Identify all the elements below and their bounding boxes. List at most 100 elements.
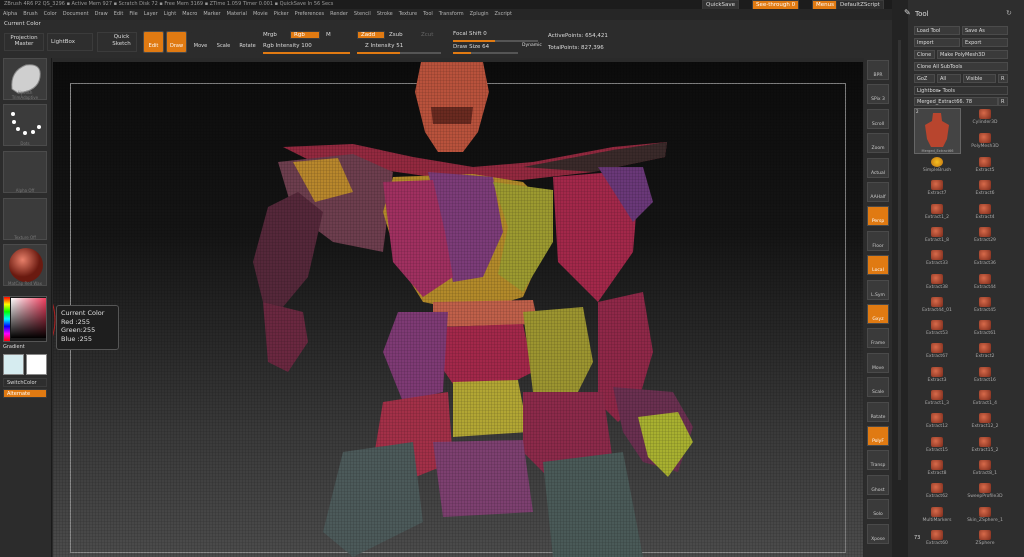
shelf-floor-button[interactable]: Floor [867,230,889,251]
tool-item[interactable]: Extract1_4 [962,389,1008,411]
zadd-button[interactable]: Zadd [357,31,385,39]
clone-all-subtools-button[interactable]: Clone All SubTools [914,62,1008,71]
tool-item[interactable]: Extract53 [914,319,960,341]
make-polymesh-button[interactable]: Make PolyMesh3D [937,50,1008,59]
switchcolor-button[interactable]: SwitchColor [3,378,47,387]
load-tool-button[interactable]: Load Tool [914,26,960,35]
saturation-field[interactable] [11,298,46,338]
shelf-persp-button[interactable]: Persp [867,206,889,227]
tool-item[interactable]: Extract33 [914,249,960,271]
tool-item[interactable]: Extract29 [962,226,1008,248]
tool-item[interactable]: Extract44 [962,273,1008,295]
tool-item[interactable]: Cylinder3D [962,108,1008,130]
stroke-thumbnail[interactable]: Dots [3,104,47,146]
tool-item[interactable]: SweepProfile3D [962,482,1008,504]
alternate-button[interactable]: Alternate [3,389,47,398]
shelf-gxyz-button[interactable]: Gxyz [867,304,889,324]
brush-thumbnail[interactable]: Hpolish TrimAdaptive [3,58,47,100]
texture-thumbnail[interactable]: Texture Off [3,198,47,240]
menu-marker[interactable]: Marker [200,9,223,17]
menu-zplugin[interactable]: Zplugin [467,9,492,17]
menu-color[interactable]: Color [41,9,60,17]
move-button[interactable]: Move [190,31,211,53]
hue-strip[interactable] [4,297,10,341]
tool-item[interactable]: Extract3 [914,366,960,388]
draw-size-track[interactable] [453,52,518,54]
tool-item[interactable]: Extract16 [962,366,1008,388]
tool-item[interactable]: Extract2 [962,342,1008,364]
tool-item[interactable]: Extract1_3 [914,389,960,411]
shelf-xpose-button[interactable]: Xpose [867,523,889,544]
draw-button[interactable]: Draw [166,31,187,53]
palette-scroll-strip[interactable] [892,0,908,557]
color-picker[interactable] [3,296,47,342]
shelf-l-sym-button[interactable]: L.Sym [867,279,889,300]
alpha-thumbnail[interactable]: Alpha Off [3,151,47,193]
lightbox-button[interactable]: LightBox [47,33,93,51]
refresh-icon[interactable]: ↻ [1006,9,1012,17]
menu-file[interactable]: File [126,9,140,17]
shelf-aahalf-button[interactable]: AAHalf [867,182,889,202]
scale-button[interactable]: Scale [213,31,234,53]
tool-item[interactable]: Extract7 [914,179,960,201]
menu-movie[interactable]: Movie [250,9,271,17]
goz-button[interactable]: GoZ [914,74,935,83]
tool-item[interactable]: Extract1_8 [914,226,960,248]
rotate-button[interactable]: Rotate [237,31,258,53]
secondary-color-swatch[interactable] [26,354,47,375]
tool-item[interactable]: Extract8 [914,459,960,481]
menu-brush[interactable]: Brush [20,9,40,17]
tool-item[interactable]: Extract61 [962,319,1008,341]
tool-item[interactable]: ZSphere [962,529,1008,551]
tool-item[interactable]: Extract1_2 [914,203,960,225]
shelf-spix-3-button[interactable]: SPix 3 [867,84,889,105]
focal-shift-track[interactable] [453,40,538,42]
shelf-actual-button[interactable]: Actual [867,157,889,178]
menu-material[interactable]: Material [224,9,250,17]
tool-item[interactable]: SimpleBrush [914,156,960,178]
default-zscript-button[interactable]: DefaultZScript [836,0,884,9]
menu-edit[interactable]: Edit [111,9,127,17]
document-canvas[interactable] [53,62,863,557]
tool-item[interactable]: Extract60 [914,529,960,551]
quick-sketch-button[interactable]: Quick Sketch [97,32,137,52]
tool-item[interactable]: Extract62 [914,482,960,504]
material-thumbnail[interactable]: MatCap Red Wax [3,244,47,286]
shelf-frame-button[interactable]: Frame [867,328,889,349]
main-color-swatch[interactable] [3,354,24,375]
clone-button[interactable]: Clone [914,50,935,59]
tool-item[interactable]: Extract44_01 [914,296,960,318]
rgb-button[interactable]: Rgb [290,31,320,39]
see-through-slider[interactable]: See-through 0 [752,0,800,9]
menu-light[interactable]: Light [161,9,179,17]
tool-item[interactable]: Extract12_2 [962,412,1008,434]
z-intensity-track[interactable] [357,52,441,54]
projection-master-button[interactable]: Projection Master [4,33,44,51]
dynamic-button[interactable]: Dynamic [522,43,542,48]
goz-visible-button[interactable]: Visible [963,74,996,83]
shelf-polyf-button[interactable]: PolyF [867,426,889,446]
tool-item[interactable]: Extract45 [962,296,1008,318]
shelf-rotate-button[interactable]: Rotate [867,401,889,422]
menu-tool[interactable]: Tool [420,9,436,17]
save-as-button[interactable]: Save As [962,26,1008,35]
menu-macro[interactable]: Macro [179,9,200,17]
shelf-move-button[interactable]: Move [867,352,889,373]
menu-render[interactable]: Render [327,9,351,17]
zcut-button[interactable]: Zcut [421,32,433,38]
focal-shift-slider[interactable]: Focal Shift 0 [453,31,487,37]
mrgb-button[interactable]: Mrgb [263,32,277,38]
tool-item[interactable]: Skin_ZSphere_1 [962,506,1008,528]
menu-zscript[interactable]: Zscript [492,9,515,17]
shelf-solo-button[interactable]: Solo [867,499,889,520]
tool-item[interactable]: Extract15 [914,436,960,458]
import-button[interactable]: Import [914,38,960,47]
menu-transform[interactable]: Transform [436,9,467,17]
tool-item[interactable]: Extract38 [914,273,960,295]
shelf-bpr-button[interactable]: BPR [867,60,889,80]
shelf-scroll-button[interactable]: Scroll [867,108,889,129]
m-button[interactable]: M [326,32,331,38]
goz-all-button[interactable]: All [937,74,961,83]
export-button[interactable]: Export [962,38,1008,47]
tool-item[interactable]: Extract8_1 [962,459,1008,481]
